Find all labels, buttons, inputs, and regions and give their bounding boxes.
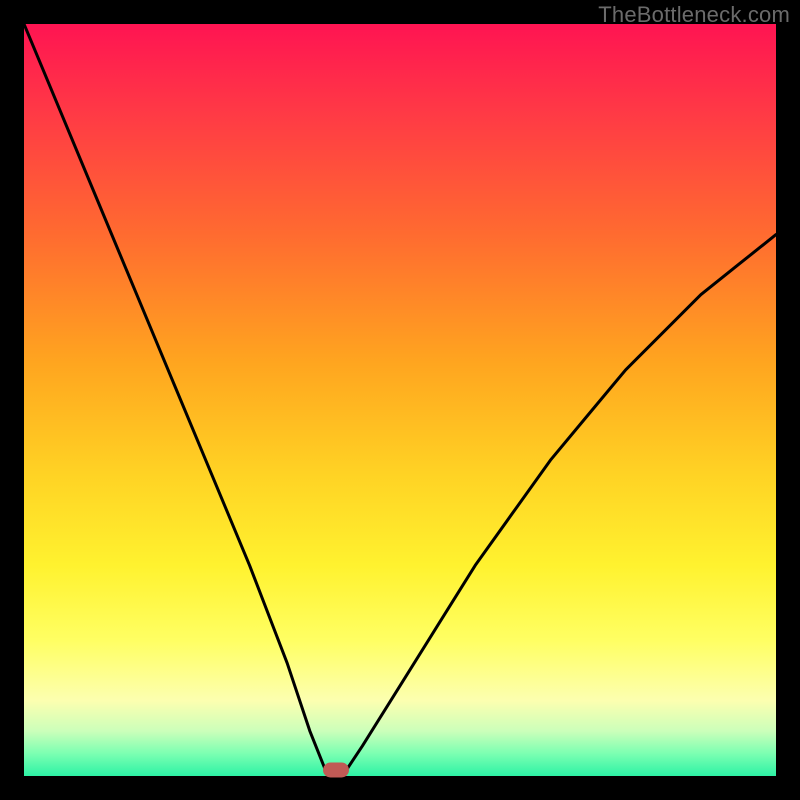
chart-frame: TheBottleneck.com bbox=[0, 0, 800, 800]
bottleneck-curve bbox=[24, 24, 776, 776]
watermark-text: TheBottleneck.com bbox=[598, 2, 790, 28]
chart-plot-area bbox=[24, 24, 776, 776]
optimal-point-marker bbox=[323, 763, 349, 778]
